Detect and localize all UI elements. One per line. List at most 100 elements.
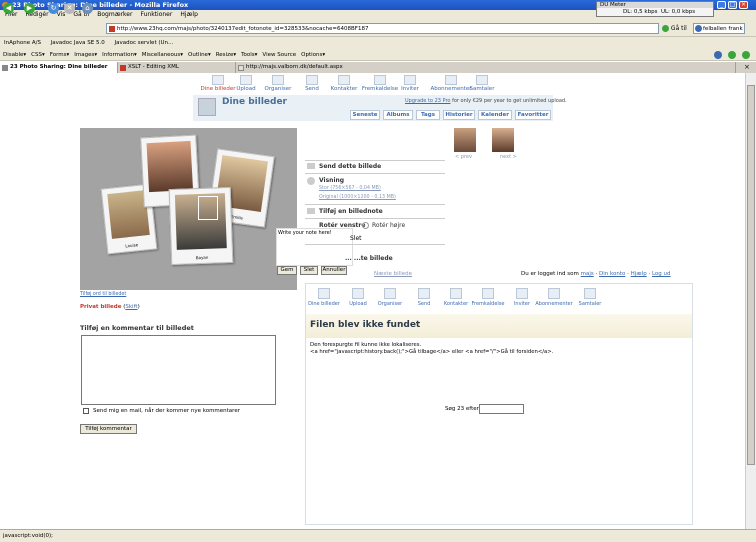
search-label: Søg 23 efter: bbox=[445, 406, 481, 412]
main-photo[interactable]: Louise Emilie Bayan bbox=[80, 128, 297, 290]
wd-misc[interactable]: Miscellaneous▾ bbox=[142, 52, 183, 58]
upgrade-link[interactable]: Upgrade to 23 Pro bbox=[405, 98, 450, 104]
wd-tools[interactable]: Tools▾ bbox=[241, 52, 257, 58]
subtab-historier[interactable]: Historier bbox=[443, 110, 475, 120]
note-icon bbox=[307, 208, 315, 214]
nav-samtaler[interactable]: Samtaler bbox=[460, 75, 504, 92]
note-cancel-button[interactable]: Annuller bbox=[321, 266, 347, 275]
add-note-link[interactable]: Tilføj ord til billedet bbox=[80, 292, 126, 297]
vertical-scrollbar[interactable] bbox=[745, 73, 756, 529]
wd-css[interactable]: CSS▾ bbox=[31, 52, 45, 58]
go-label: Gå til bbox=[670, 25, 687, 32]
tab-23-photo-sharing[interactable]: 23 Photo Sharing: Dine billeder bbox=[0, 62, 118, 73]
polaroid-caption: Bayan bbox=[195, 254, 209, 261]
partial-action[interactable]: ... ...te billede bbox=[345, 255, 393, 262]
size-stor-link[interactable]: Stor (756×567 - 0,04 MB) bbox=[319, 186, 381, 191]
help-link[interactable]: Hjælp bbox=[631, 271, 647, 277]
wd-information[interactable]: Information▾ bbox=[102, 52, 137, 58]
note-save-button[interactable]: Gem bbox=[277, 266, 297, 275]
zoom-icon bbox=[307, 177, 315, 185]
home-icon[interactable]: ⌂ bbox=[82, 3, 93, 14]
menu-funktioner[interactable]: Funktioner bbox=[140, 11, 172, 18]
wd-images[interactable]: Images▾ bbox=[74, 52, 97, 58]
address-bar[interactable]: http://www.23hq.com/majs/photo/3240137ed… bbox=[106, 23, 659, 34]
subscriptions-icon bbox=[445, 75, 457, 85]
wd-disable[interactable]: Disable▾ bbox=[3, 52, 26, 58]
search-box[interactable]: felballen frank bbox=[693, 23, 745, 34]
upload-icon bbox=[352, 288, 364, 299]
next-thumbnail[interactable] bbox=[492, 128, 514, 152]
upgrade-notice: Upgrade to 23 Pro for only €29 per year … bbox=[405, 98, 567, 104]
contacts-icon bbox=[450, 288, 462, 299]
email-notify-checkbox[interactable] bbox=[83, 408, 89, 414]
wd-outline[interactable]: Outline▾ bbox=[188, 52, 211, 58]
next-photo-link[interactable]: Næste billede bbox=[374, 271, 412, 277]
scrollbar-thumb[interactable] bbox=[747, 85, 755, 465]
bookmark-item[interactable]: Javadoc Java SE 5.0 bbox=[51, 40, 105, 46]
du-meter-dl: DL: 0,5 kbps bbox=[623, 9, 658, 15]
bookmark-item[interactable]: Javadoc servlet (Un... bbox=[115, 40, 174, 46]
nav-label: Samtaler bbox=[578, 301, 602, 307]
prev-link[interactable]: < prev bbox=[455, 154, 472, 160]
menu-vis[interactable]: Vis bbox=[57, 11, 66, 18]
close-tab-icon[interactable]: × bbox=[744, 63, 750, 71]
site-favicon-icon bbox=[109, 26, 115, 32]
comment-textarea[interactable] bbox=[81, 335, 276, 405]
maximize-button[interactable]: □ bbox=[728, 1, 737, 9]
subtab-seneste[interactable]: Seneste bbox=[350, 110, 380, 120]
upload-icon bbox=[240, 75, 252, 85]
reload-icon[interactable]: ↻ bbox=[48, 3, 59, 14]
subtab-tags[interactable]: Tags bbox=[416, 110, 440, 120]
validation-icon[interactable] bbox=[714, 51, 722, 59]
account-link[interactable]: Din konto bbox=[599, 271, 625, 277]
go-button[interactable]: Gå til bbox=[662, 23, 687, 34]
inner-nav-abonnementer[interactable]: Abonnementer bbox=[534, 288, 574, 307]
delete-action[interactable]: Slet bbox=[350, 235, 362, 242]
status-ok-icon[interactable] bbox=[742, 51, 750, 59]
subtab-favoritter[interactable]: Favoritter bbox=[515, 110, 551, 120]
note-editor[interactable]: Write your note here! bbox=[276, 228, 353, 266]
rotate-right-action[interactable]: Rotér højre bbox=[372, 222, 405, 229]
back-icon[interactable]: ◀ bbox=[3, 3, 14, 14]
wd-view-source[interactable]: View Source bbox=[262, 52, 296, 58]
inner-nav-samtaler[interactable]: Samtaler bbox=[570, 288, 610, 307]
subtab-kalender[interactable]: Kalender bbox=[478, 110, 512, 120]
tab-xslt[interactable]: XSLT - Editing XML bbox=[118, 62, 236, 73]
tab-majs-valborn[interactable]: http://majs.valborn.dk/default.aspx bbox=[236, 62, 736, 73]
subscriptions-icon bbox=[548, 288, 560, 299]
tab-label: XSLT - Editing XML bbox=[128, 64, 179, 70]
add-comment-button[interactable]: Tilføj kommentar bbox=[80, 424, 137, 434]
close-button[interactable]: × bbox=[739, 1, 748, 9]
tab-favicon-icon bbox=[238, 65, 244, 71]
wd-options[interactable]: Options▾ bbox=[301, 52, 325, 58]
conversations-icon bbox=[584, 288, 596, 299]
user-link[interactable]: majs bbox=[581, 271, 594, 277]
site-search-input[interactable] bbox=[479, 404, 524, 414]
photos-icon bbox=[318, 288, 330, 299]
subtab-albums[interactable]: Albums bbox=[383, 110, 413, 120]
note-selection-box[interactable] bbox=[198, 196, 218, 220]
menu-hjaelp[interactable]: Hjælp bbox=[180, 11, 198, 18]
send-photo-link[interactable]: Send dette billede bbox=[319, 163, 459, 170]
visning-heading: Visning bbox=[319, 177, 345, 184]
nav-label: Inviter bbox=[513, 301, 531, 307]
forward-icon[interactable]: ▶ bbox=[24, 3, 35, 14]
bookmark-item[interactable]: InAphone A/S bbox=[4, 40, 41, 46]
wd-forms[interactable]: Forms▾ bbox=[50, 52, 69, 58]
size-original-link[interactable]: Original (1000×1200 - 0,13 MB) bbox=[319, 195, 396, 200]
wd-resize[interactable]: Resize▾ bbox=[216, 52, 236, 58]
minimize-button[interactable]: _ bbox=[717, 1, 726, 9]
menu-bogmaerker[interactable]: Bogmærker bbox=[97, 11, 132, 18]
prev-thumbnail[interactable] bbox=[454, 128, 476, 152]
stop-icon[interactable]: ✕ bbox=[64, 3, 75, 14]
change-privacy-link[interactable]: Skift bbox=[125, 304, 137, 310]
status-ok-icon[interactable] bbox=[728, 51, 736, 59]
add-note-action[interactable]: Tilføj en billednote bbox=[319, 208, 459, 215]
divider bbox=[305, 244, 445, 245]
page-title: Dine billeder bbox=[222, 97, 287, 107]
search-value: felballen frank bbox=[703, 26, 743, 32]
note-delete-button[interactable]: Slet bbox=[300, 266, 318, 275]
next-link[interactable]: next > bbox=[500, 154, 517, 160]
rotate-left-action[interactable]: Rotér venstre bbox=[319, 222, 365, 229]
logout-link[interactable]: Log ud bbox=[652, 271, 671, 277]
